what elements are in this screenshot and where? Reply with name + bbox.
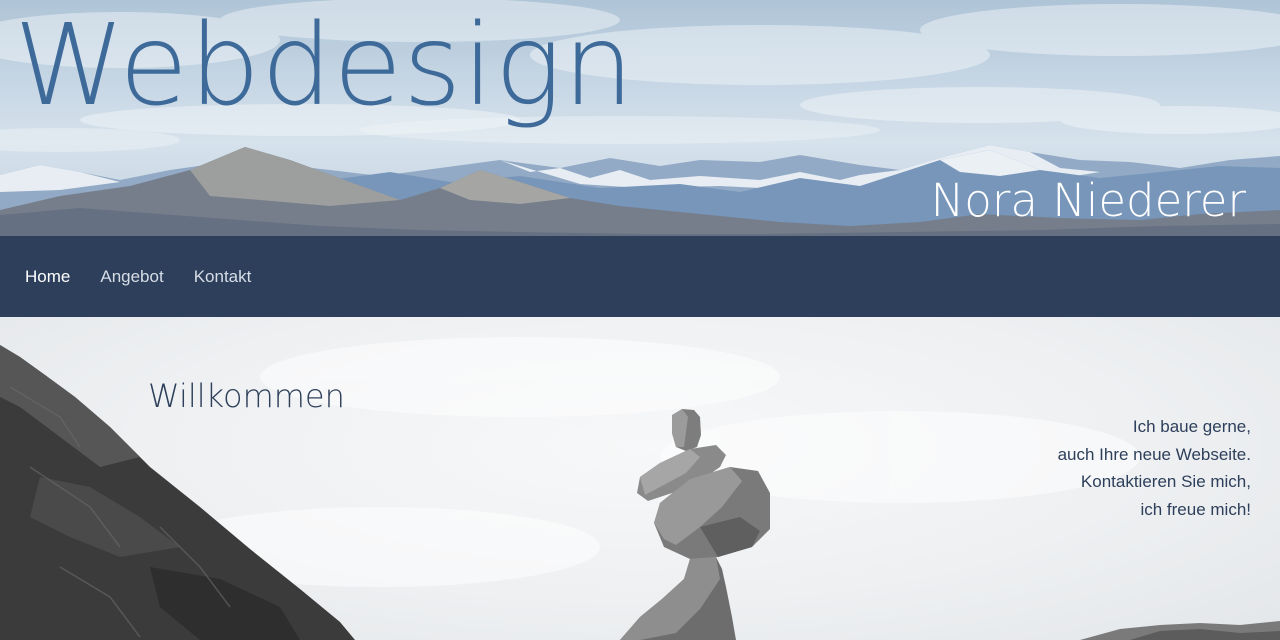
main-navigation: Home Angebot Kontakt [0,236,1280,317]
intro-text: Ich baue gerne, auch Ihre neue Webseite.… [1058,413,1251,523]
hero-section: Willkommen Ich baue gerne, auch Ihre neu… [0,317,1280,640]
site-title: Webdesign [14,1,635,131]
nav-link-home[interactable]: Home [25,267,70,287]
intro-line: auch Ihre neue Webseite. [1057,444,1251,464]
site-owner-name: Nora Niederer [930,174,1246,227]
intro-line: Kontaktieren Sie mich, [1080,472,1251,491]
intro-line: Ich baue gerne, [1132,417,1251,436]
welcome-heading: Willkommen [148,377,345,415]
intro-line: ich freue mich! [1140,499,1251,519]
nav-link-angebot[interactable]: Angebot [100,267,163,287]
nav-link-kontakt[interactable]: Kontakt [194,267,252,287]
header-banner: Webdesign Nora Niederer [0,0,1280,236]
